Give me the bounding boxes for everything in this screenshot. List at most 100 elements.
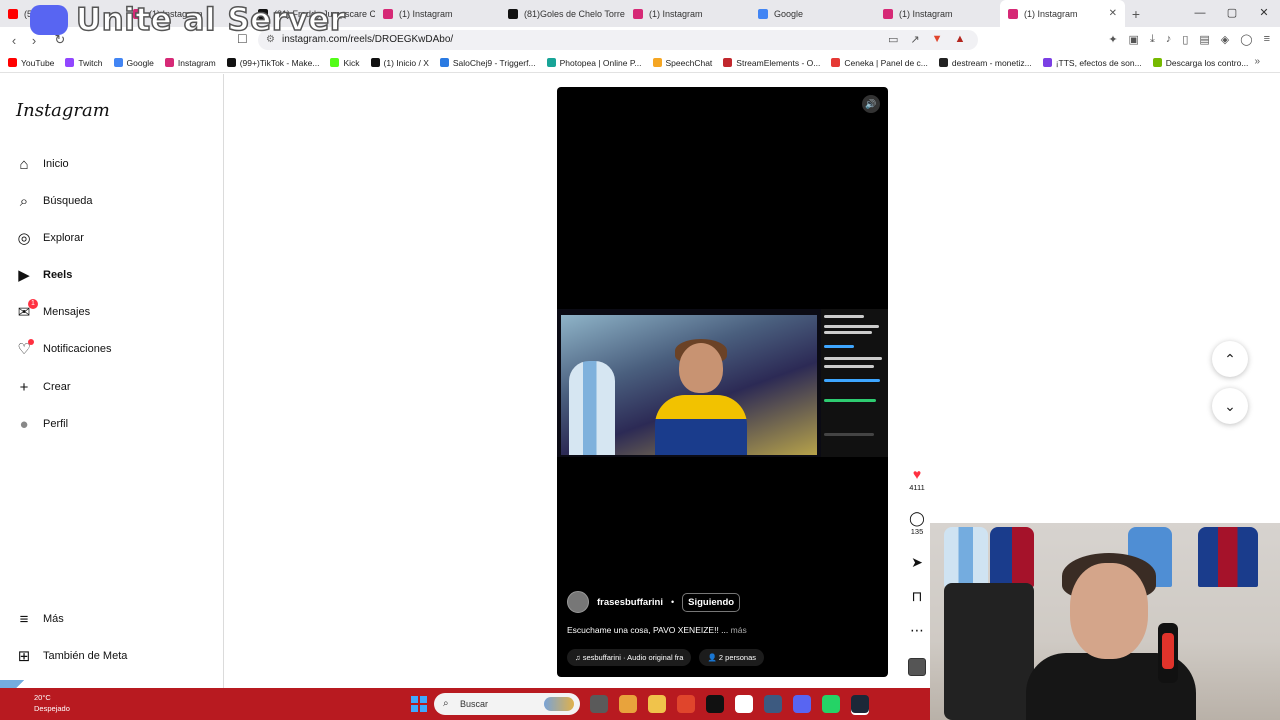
browser-tab[interactable]: (1) Instagram <box>375 0 500 27</box>
audio-pill[interactable]: ♫ sesbuffarini · Audio original fra <box>567 649 692 666</box>
menu-icon[interactable]: ≡ <box>1264 33 1270 46</box>
avatar[interactable] <box>567 591 589 613</box>
following-button[interactable]: Siguiendo <box>682 592 741 612</box>
taskbar-search[interactable]: ⌕ Buscar <box>434 693 580 715</box>
taskbar-app-icon[interactable] <box>735 695 753 713</box>
bookmark-item[interactable]: Kick <box>330 58 360 68</box>
bookmark-item[interactable]: Photopea | Online P... <box>546 58 642 68</box>
vpn-icon[interactable]: ◈ <box>1221 33 1229 46</box>
more-options[interactable]: ⋯ <box>903 622 931 638</box>
taskbar-app-icon[interactable] <box>822 695 840 713</box>
more-link[interactable]: más <box>731 625 747 635</box>
audio-thumbnail[interactable] <box>908 658 926 676</box>
bookmark-label: Descarga los contro... <box>1165 57 1249 68</box>
bookmark-item[interactable]: SpeechChat <box>652 58 712 68</box>
taskbar-app-icon[interactable] <box>764 695 782 713</box>
taskbar-app-icon[interactable] <box>648 695 666 713</box>
taskbar: 20°C Despejado ⌕ Buscar <box>0 688 930 720</box>
tagged-people-pill[interactable]: 👤 2 personas <box>699 649 765 666</box>
taskbar-app-icon[interactable] <box>706 695 724 713</box>
bookmark-item[interactable]: (99+)TikTok - Make... <box>226 58 319 68</box>
sidebar-item-home[interactable]: ⌂ Inicio <box>16 152 68 176</box>
comment-icon[interactable]: ◯ <box>903 510 931 526</box>
instagram-logo[interactable]: Instagram <box>16 100 110 121</box>
bookmark-item[interactable]: Ceneka | Panel de c... <box>831 58 928 68</box>
browser-tab[interactable]: (1) Instagram <box>875 0 1000 27</box>
taskbar-app-icon[interactable] <box>793 695 811 713</box>
install-icon[interactable]: ▭ <box>888 33 898 46</box>
comment-action[interactable]: ◯ 135 <box>903 510 931 536</box>
sidebar-item-label: Reels <box>43 269 73 281</box>
taskbar-app-icon[interactable] <box>851 695 869 713</box>
next-reel-button[interactable]: ⌄ <box>1212 388 1248 424</box>
extensions-icon[interactable]: ✦ <box>1108 33 1117 46</box>
back-icon[interactable]: ‹ <box>4 33 24 48</box>
bookmark-favicon-icon <box>370 58 380 67</box>
bookmark-item[interactable]: Instagram <box>164 58 216 68</box>
bookmark-icon[interactable]: ⊓ <box>903 588 931 604</box>
sidebar-item-menu[interactable]: ≡ Más <box>16 607 64 631</box>
tab-label: (1) Instagram <box>649 8 703 19</box>
heart-filled-icon[interactable]: ♥ <box>903 466 931 482</box>
tab-label: (1) Instagram <box>399 8 453 19</box>
close-window-icon[interactable]: ✕ <box>1248 0 1280 27</box>
bookmark-item[interactable]: YouTube <box>8 58 54 68</box>
sidebar-item-meta[interactable]: ⊞ También de Meta <box>16 644 128 668</box>
bookmark-label: ¡TTS, efectos de son... <box>1055 57 1142 68</box>
browser-tab[interactable]: (1) Instagram ✕ <box>1000 0 1125 27</box>
weather-condition: Despejado <box>34 704 70 713</box>
windows-start-icon[interactable] <box>411 696 427 712</box>
sidebar-item-compass[interactable]: ◎ Explorar <box>16 226 84 250</box>
taskbar-app-icon[interactable] <box>677 695 695 713</box>
tab-search-icon[interactable]: ▣ <box>1129 33 1139 46</box>
browser-tab[interactable]: (1) Instagram <box>625 0 750 27</box>
sidebar-item-heart[interactable]: ♡ Notificaciones <box>16 337 111 361</box>
brave-shield-icon[interactable]: ▼ <box>932 33 943 46</box>
more-horizontal-icon[interactable]: ⋯ <box>903 622 931 638</box>
browser-tab[interactable]: Google <box>750 0 875 27</box>
url-field[interactable]: ⚙ instagram.com/reels/DROEGKwDAbo/ <box>258 30 978 50</box>
tab-label: Google <box>774 8 804 19</box>
bookmark-item[interactable]: Google <box>113 58 154 68</box>
sidebar-item-profile-avatar[interactable]: ● Perfil <box>16 412 68 436</box>
send-icon[interactable]: ➤ <box>903 554 931 570</box>
more-bookmarks-icon[interactable]: » <box>1254 56 1260 67</box>
bookmark-item[interactable]: SaloChej9 - Triggerf... <box>439 58 536 68</box>
minimize-icon[interactable]: — <box>1184 0 1216 27</box>
sidebar-toggle-icon[interactable]: ▯ <box>1182 33 1188 46</box>
sidebar-item-plus[interactable]: + Crear <box>16 375 71 399</box>
bookmark-item[interactable]: ¡TTS, efectos de son... <box>1042 57 1142 68</box>
browser-tab[interactable]: (81)Goles de Chelo Torres <box>500 0 625 27</box>
download-icon[interactable]: ⤓ <box>1150 33 1155 46</box>
like-action[interactable]: ♥ 4111 <box>903 466 931 492</box>
bookmark-item[interactable]: (1) Inicio / X <box>370 57 429 68</box>
sidebar-item-messenger[interactable]: ✉ 1 Mensajes <box>16 299 90 324</box>
sidebar-item-reels[interactable]: ▶ Reels <box>16 263 72 287</box>
rewards-icon[interactable]: ▲ <box>955 33 966 46</box>
save-action[interactable]: ⊓ <box>903 588 931 604</box>
reel-video[interactable]: 🔊 frasesbuffarini • Siguiendo Escuchame … <box>557 87 888 677</box>
close-tab-icon[interactable]: ✕ <box>1109 8 1117 19</box>
tab-label: (1) Instagram <box>1024 8 1078 19</box>
taskbar-app-icon[interactable] <box>619 695 637 713</box>
address-tools: ▭ ↗ ▼ ▲ <box>888 33 965 46</box>
reel-username[interactable]: frasesbuffarini <box>597 597 663 608</box>
bookmark-item[interactable]: Descarga los contro... <box>1152 57 1249 68</box>
new-tab-icon[interactable]: + <box>1125 6 1147 22</box>
wallet-icon[interactable]: ▤ <box>1199 33 1209 46</box>
bookmark-item[interactable]: Twitch <box>65 58 103 68</box>
previous-reel-button[interactable]: ⌃ <box>1212 341 1248 377</box>
sidebar-item-search[interactable]: ⌕ Búsqueda <box>16 189 93 213</box>
account-icon[interactable]: ◯ <box>1240 33 1252 46</box>
maximize-icon[interactable]: ▢ <box>1216 0 1248 27</box>
bookmark-label: (1) Inicio / X <box>383 57 429 68</box>
taskbar-app-icon[interactable] <box>590 695 608 713</box>
weather-widget[interactable]: 20°C Despejado <box>34 692 70 714</box>
share-icon[interactable]: ↗ <box>910 33 919 46</box>
history-icon[interactable]: ♪ <box>1166 33 1172 46</box>
bookmark-item[interactable]: StreamElements - O... <box>723 58 820 68</box>
speaker-icon[interactable]: 🔊 <box>862 95 880 113</box>
sidebar-item-label: Crear <box>43 381 71 393</box>
bookmark-item[interactable]: destream - monetiz... <box>938 58 1032 68</box>
share-action[interactable]: ➤ <box>903 554 931 570</box>
